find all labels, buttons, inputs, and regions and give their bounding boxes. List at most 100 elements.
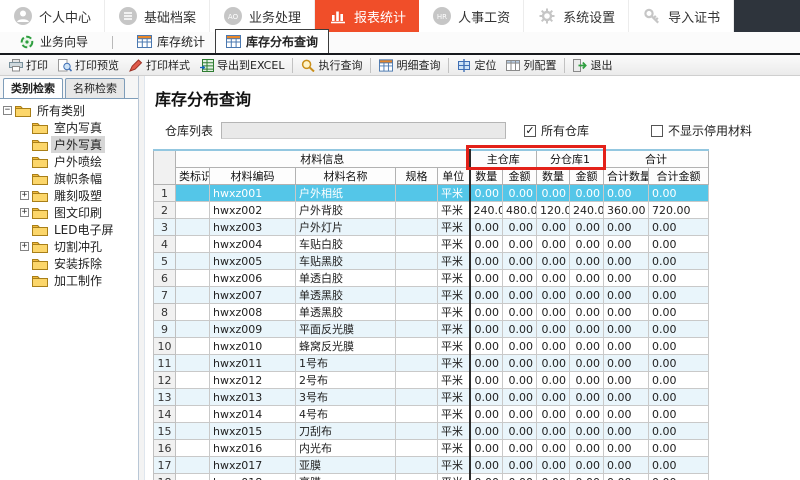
unit-cell: 平米 [436,337,471,355]
menu-item-系统设置[interactable]: 系统设置 [524,0,630,32]
tree-expand-plus-box[interactable]: + [20,191,29,200]
main-qty-cell: 0.00 [468,184,504,202]
table-row[interactable]: 3 hwxz003 户外灯片 平米 0.00 0.00 0.00 0.00 0.00 0.00 [153,218,710,236]
tree-expand-plus-box[interactable]: + [20,242,29,251]
toolbar-button-明细查询[interactable]: 明细查询 [374,55,445,75]
tab-name-search[interactable]: 名称检索 [65,78,125,98]
total-amount-cell: 0.00 [648,439,710,457]
tree-item-加工制作[interactable]: 加工制作 [0,272,138,289]
tree-item-户外喷绘[interactable]: 户外喷绘 [0,153,138,170]
table-row[interactable]: 5 hwxz005 车贴黑胶 平米 0.00 0.00 0.00 0.00 0.00 0.00 [153,252,710,270]
material-name-cell: 单透黑胶 [295,286,396,304]
total-amount-cell: 0.00 [648,405,710,423]
unit-cell: 平米 [436,320,471,338]
toolbar-button-执行查询[interactable]: 执行查询 [296,55,367,75]
table-row[interactable]: 6 hwxz006 单透白胶 平米 0.00 0.00 0.00 0.00 0.00 0.00 [153,269,710,287]
material-code-cell: hwxz003 [209,218,296,236]
table-row[interactable]: 12 hwxz012 2号布 平米 0.00 0.00 0.00 0.00 0.00 0.00 [153,371,710,389]
tree-item-户外写真[interactable]: 户外写真 [0,136,138,153]
hide-disabled-checkbox-group[interactable]: 不显示停用材料 [651,122,752,139]
archive-list-icon [118,6,138,26]
table-row[interactable]: 16 hwxz016 内光布 平米 0.00 0.00 0.00 0.00 0.00 0.00 [153,439,710,457]
table-row[interactable]: 13 hwxz013 3号布 平米 0.00 0.00 0.00 0.00 0.00 0.00 [153,388,710,406]
table-row[interactable]: 15 hwxz015 刀刮布 平米 0.00 0.00 0.00 0.00 0.00 0.00 [153,422,710,440]
row-number-cell: 5 [153,252,176,270]
sub1-amount-cell: 0.00 [569,456,605,474]
tree-item-label: 旗帜条幅 [54,172,103,186]
toolbar-button-定位[interactable]: 定位 [452,55,501,75]
column-header-材料编码: 材料编码 [209,167,296,185]
toolbar-button-列配置[interactable]: 列配置 [501,55,561,75]
material-name-cell: 刀刮布 [295,422,396,440]
tree-item-LED电子屏[interactable]: LED电子屏 [0,221,138,238]
unit-cell: 平米 [436,473,471,480]
tree-item-所有类别[interactable]: − 所有类别 [0,102,138,119]
warehouse-list-input[interactable] [221,122,507,139]
toolbar-button-打印预览[interactable]: 打印预览 [53,55,124,75]
table-row[interactable]: 8 hwxz008 单透黑胶 平米 0.00 0.00 0.00 0.00 0.00 0.00 [153,303,710,321]
tree-expand-minus-box[interactable]: − [3,106,12,115]
hide-disabled-label: 不显示停用材料 [668,124,753,138]
menu-item-基础档案[interactable]: 基础档案 [105,0,211,32]
material-name-cell: 3号布 [295,388,396,406]
unit-cell: 平米 [436,201,471,219]
tab-库存分布查询[interactable]: 库存分布查询 [215,29,330,53]
toolbar-separator [448,57,450,73]
folder-icon [32,240,48,253]
sub1-amount-cell: 0.00 [569,405,605,423]
menu-item-label: 个人中心 [39,10,92,26]
table-row[interactable]: 11 hwxz011 1号布 平米 0.00 0.00 0.00 0.00 0.00 0.00 [153,354,710,372]
tree-item-旗帜条幅[interactable]: 旗帜条幅 [0,170,138,187]
flag-cell [175,218,210,236]
spec-cell [395,235,438,253]
main-amount-cell: 0.00 [502,303,538,321]
unit-cell: 平米 [436,405,471,423]
menu-item-业务处理[interactable]: AO 业务处理 [210,0,316,32]
hide-disabled-checkbox[interactable] [651,124,664,137]
menu-item-label: 报表统计 [354,10,407,26]
all-warehouses-label: 所有仓库 [541,124,590,138]
sub1-amount-cell: 0.00 [569,337,605,355]
flag-cell [175,201,210,219]
table-row[interactable]: 2hwxz002户外背胶平米240.00480.00120.00240.0036… [153,201,710,219]
all-warehouses-checkbox[interactable]: ✓ [524,124,537,137]
flag-cell [175,456,210,474]
column-header-金额: 金额 [502,167,538,185]
table-row[interactable]: 4 hwxz004 车贴白胶 平米 0.00 0.00 0.00 0.00 0.00 0.00 [153,235,710,253]
sub1-qty-cell: 0.00 [536,337,571,355]
main-qty-cell: 0.00 [468,405,504,423]
toolbar-button-导出到EXCEL[interactable]: 导出到EXCEL [195,55,289,75]
tree-expand-plus-box[interactable]: + [20,208,29,217]
table-row[interactable]: 7 hwxz007 单透黑胶 平米 0.00 0.00 0.00 0.00 0.00 0.00 [153,286,710,304]
menu-item-报表统计[interactable]: 报表统计 [315,0,420,32]
main-qty-cell: 0.00 [468,252,504,270]
total-amount-cell: 0.00 [648,388,710,406]
main-amount-cell: 0.00 [502,422,538,440]
tree-item-图文印刷[interactable]: + 图文印刷 [0,204,138,221]
nav-link-业务向导[interactable]: 业务向导 [10,31,98,53]
tab-category-search[interactable]: 类别检索 [3,78,63,98]
table-row[interactable]: 14 hwxz014 4号布 平米 0.00 0.00 0.00 0.00 0.00 0.00 [153,405,710,423]
table-row[interactable]: 10 hwxz010 蜂窝反光膜 平米 0.00 0.00 0.00 0.00 0.00 0.00 [153,337,710,355]
tree-item-雕刻吸塑[interactable]: + 雕刻吸塑 [0,187,138,204]
tree-item-切割冲孔[interactable]: + 切割冲孔 [0,238,138,255]
toolbar-button-打印[interactable]: 打印 [4,55,53,75]
toolbar-button-退出[interactable]: 退出 [568,55,617,75]
toolbar-button-打印样式[interactable]: 打印样式 [124,55,195,75]
table-row[interactable]: 17 hwxz017 亚膜 平米 0.00 0.00 0.00 0.00 0.00 0.00 [153,456,710,474]
all-warehouses-checkbox-group[interactable]: ✓ 所有仓库 [524,122,589,139]
flag-cell [175,439,210,457]
menu-item-导入证书[interactable]: 导入证书 [629,0,735,32]
table-row[interactable]: 1 hwxz001 户外相纸 平米 0.00 0.00 0.00 0.00 0.00 0.00 [153,184,710,202]
menu-item-人事工资[interactable]: HR 人事工资 [419,0,525,32]
table-row[interactable]: 18hwxz018亮膜平米0.000.000.000.000.000.00 [153,473,710,480]
tab-库存统计[interactable]: 库存统计 [127,30,215,53]
folder-icon [15,104,31,117]
table-row[interactable]: 9 hwxz009 平面反光膜 平米 0.00 0.00 0.00 0.00 0.00 0.00 [153,320,710,338]
tree-item-安装拆除[interactable]: 安装拆除 [0,255,138,272]
main-amount-cell: 0.00 [502,405,538,423]
menu-item-个人中心[interactable]: 个人中心 [0,0,106,32]
sub1-amount-cell: 0.00 [569,184,605,202]
tree-item-室内写真[interactable]: 室内写真 [0,119,138,136]
total-qty-cell: 0.00 [603,473,650,480]
